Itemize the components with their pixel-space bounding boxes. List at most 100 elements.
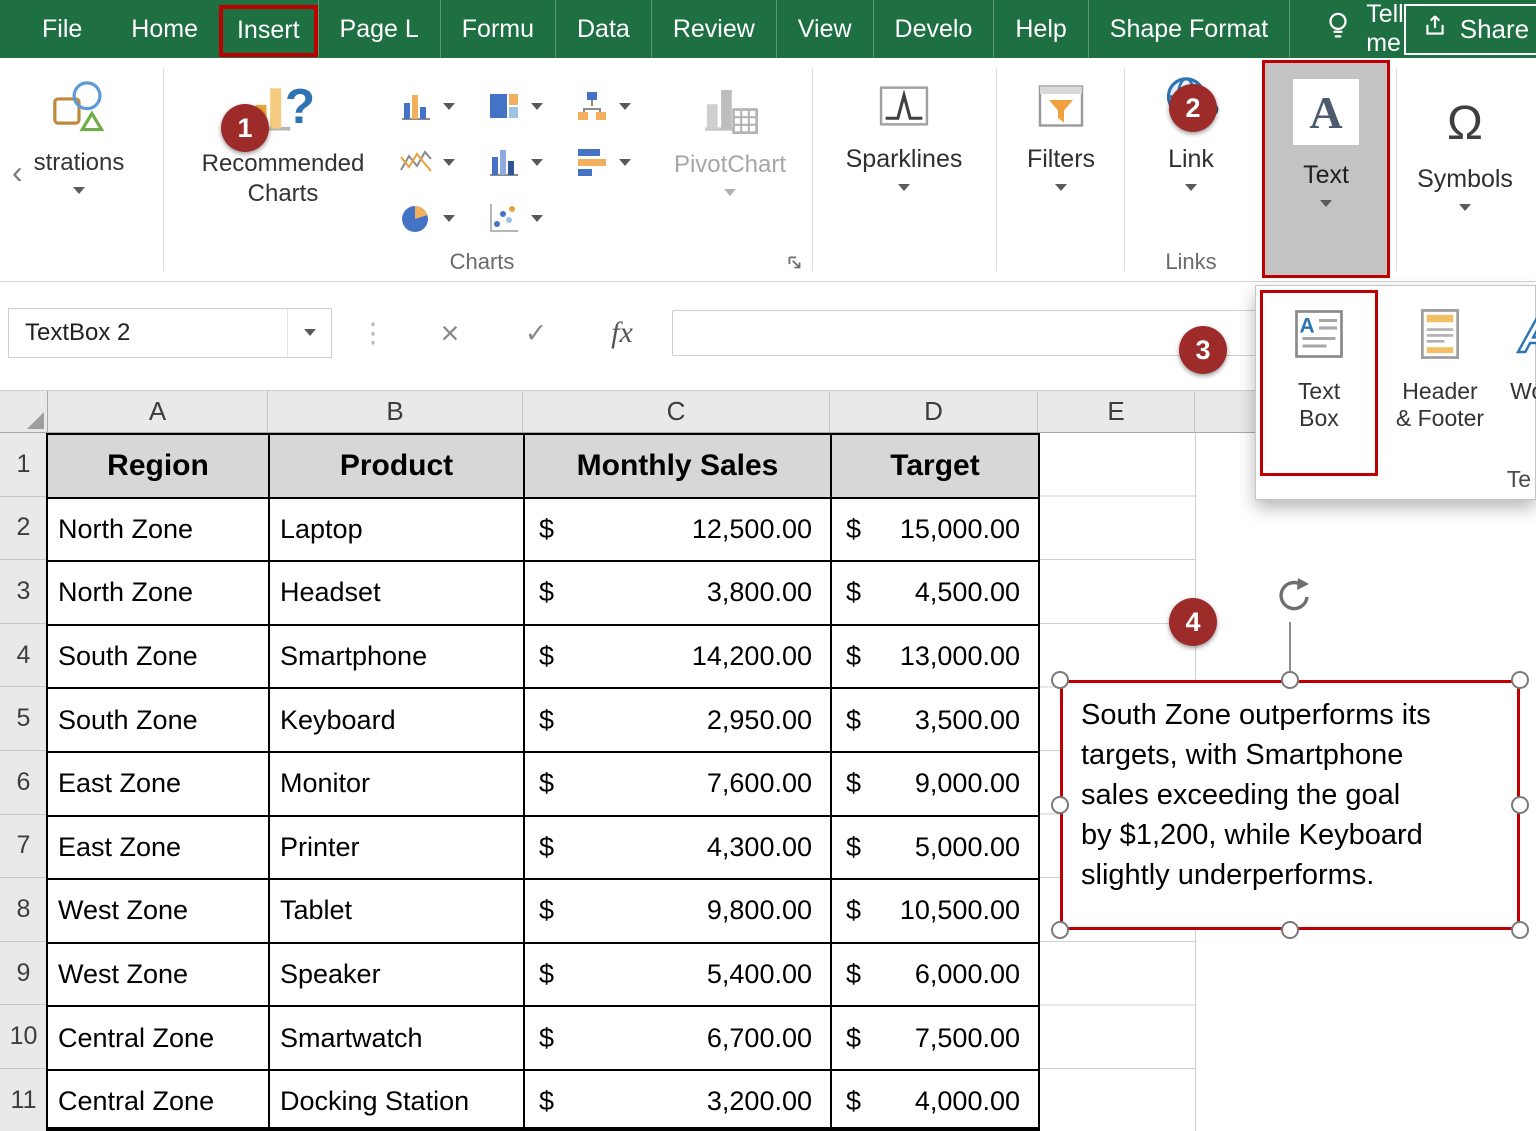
select-all-corner[interactable]: [0, 391, 48, 433]
cell-target[interactable]: $5,000.00: [831, 816, 1039, 880]
tab-developer[interactable]: Develo: [873, 0, 994, 58]
tab-file[interactable]: File: [14, 0, 110, 58]
cell-product[interactable]: Printer: [269, 816, 524, 880]
cell-product[interactable]: Laptop: [269, 498, 524, 562]
rotate-handle-icon[interactable]: [1270, 576, 1314, 625]
cell-target[interactable]: $4,000.00: [831, 1070, 1039, 1131]
column-header-b[interactable]: B: [268, 391, 523, 433]
cell-product[interactable]: Headset: [269, 561, 524, 625]
combo-chart-button[interactable]: [486, 144, 543, 180]
cell-product[interactable]: Docking Station: [269, 1070, 524, 1131]
cell-region[interactable]: East Zone: [47, 752, 269, 816]
menu-item-wordart[interactable]: A Wor: [1500, 290, 1536, 405]
cell-region[interactable]: Central Zone: [47, 1006, 269, 1070]
cell-region[interactable]: West Zone: [47, 943, 269, 1007]
tab-help[interactable]: Help: [993, 0, 1087, 58]
row-header-9[interactable]: 9: [0, 942, 48, 1006]
column-header-a[interactable]: A: [48, 391, 268, 433]
cell-region[interactable]: West Zone: [47, 879, 269, 943]
cell-sales[interactable]: $12,500.00: [524, 498, 831, 562]
row-header-1[interactable]: 1: [0, 433, 48, 497]
column-header-e[interactable]: E: [1038, 391, 1195, 433]
column-chart-button[interactable]: [398, 88, 455, 124]
cell-region[interactable]: North Zone: [47, 498, 269, 562]
cell-target[interactable]: $6,000.00: [831, 943, 1039, 1007]
illustrations-button[interactable]: strations: [4, 78, 154, 200]
line-chart-button[interactable]: [398, 144, 455, 180]
cell-sales[interactable]: $6,700.00: [524, 1006, 831, 1070]
cancel-icon[interactable]: ×: [430, 308, 470, 358]
cell-sales[interactable]: $3,800.00: [524, 561, 831, 625]
handle-middle-left[interactable]: [1051, 796, 1069, 814]
hierarchy-chart-button[interactable]: [574, 88, 631, 124]
menu-item-header-footer[interactable]: Header & Footer: [1386, 290, 1494, 432]
charts-dialog-launcher-icon[interactable]: [786, 254, 804, 277]
sparklines-button[interactable]: Sparklines: [818, 80, 990, 197]
insert-function-icon[interactable]: fx: [600, 308, 644, 358]
row-header-10[interactable]: 10: [0, 1005, 48, 1069]
cell-product[interactable]: Monitor: [269, 752, 524, 816]
tab-insert-active[interactable]: Insert: [219, 5, 318, 57]
pivotchart-button[interactable]: PivotChart: [655, 74, 805, 202]
tab-home[interactable]: Home: [110, 0, 219, 58]
cell-region[interactable]: Central Zone: [47, 1070, 269, 1131]
cell-region[interactable]: South Zone: [47, 688, 269, 752]
handle-top-middle[interactable]: [1281, 671, 1299, 689]
row-header-11[interactable]: 11: [0, 1069, 48, 1131]
row-header-6[interactable]: 6: [0, 751, 48, 815]
scatter-chart-button[interactable]: [486, 200, 543, 236]
symbols-button[interactable]: Ω Symbols: [1400, 74, 1530, 217]
pie-chart-button[interactable]: [398, 200, 455, 236]
tab-page-layout[interactable]: Page L: [318, 0, 440, 58]
handle-top-right[interactable]: [1511, 671, 1529, 689]
enter-check-icon[interactable]: ✓: [516, 308, 556, 358]
cell-target[interactable]: $10,500.00: [831, 879, 1039, 943]
row-header-2[interactable]: 2: [0, 497, 48, 561]
filters-button[interactable]: Filters: [1002, 80, 1120, 197]
row-header-4[interactable]: 4: [0, 624, 48, 688]
recommended-charts-button[interactable]: ? Recommended Charts: [172, 70, 394, 209]
cell-sales[interactable]: $7,600.00: [524, 752, 831, 816]
cell-region[interactable]: South Zone: [47, 625, 269, 689]
row-header-8[interactable]: 8: [0, 878, 48, 942]
cell-product[interactable]: Tablet: [269, 879, 524, 943]
cell-sales[interactable]: $3,200.00: [524, 1070, 831, 1131]
row-header-5[interactable]: 5: [0, 687, 48, 751]
cell-region[interactable]: East Zone: [47, 816, 269, 880]
cell-target[interactable]: $9,000.00: [831, 752, 1039, 816]
tell-me-button[interactable]: Tell me: [1324, 0, 1404, 58]
cell-sales[interactable]: $14,200.00: [524, 625, 831, 689]
handle-bottom-middle[interactable]: [1281, 921, 1299, 939]
tab-review[interactable]: Review: [651, 0, 776, 58]
cell-sales[interactable]: $4,300.00: [524, 816, 831, 880]
handle-bottom-right[interactable]: [1511, 921, 1529, 939]
cell-sales[interactable]: $9,800.00: [524, 879, 831, 943]
cell-sales[interactable]: $2,950.00: [524, 688, 831, 752]
cell-target[interactable]: $7,500.00: [831, 1006, 1039, 1070]
tab-shape-format[interactable]: Shape Format: [1088, 0, 1290, 58]
column-header-d[interactable]: D: [830, 391, 1038, 433]
handle-middle-right[interactable]: [1511, 796, 1529, 814]
cell-target[interactable]: $15,000.00: [831, 498, 1039, 562]
tab-data[interactable]: Data: [555, 0, 651, 58]
textbox-shape[interactable]: South Zone outperforms its targets, with…: [1060, 680, 1520, 930]
cell-product[interactable]: Smartphone: [269, 625, 524, 689]
cell-target[interactable]: $13,000.00: [831, 625, 1039, 689]
cell-sales[interactable]: $5,400.00: [524, 943, 831, 1007]
row-header-3[interactable]: 3: [0, 560, 48, 624]
column-header-c[interactable]: C: [523, 391, 830, 433]
bar-chart-2-button[interactable]: [574, 144, 631, 180]
formula-bar-grip-icon[interactable]: ⋮: [358, 308, 388, 358]
bar-chart-button[interactable]: [486, 88, 543, 124]
handle-top-left[interactable]: [1051, 671, 1069, 689]
header-region[interactable]: Region: [47, 434, 269, 498]
text-button-active[interactable]: A Text: [1262, 60, 1390, 278]
cell-product[interactable]: Speaker: [269, 943, 524, 1007]
cell-target[interactable]: $4,500.00: [831, 561, 1039, 625]
tab-formulas[interactable]: Formu: [440, 0, 555, 58]
handle-bottom-left[interactable]: [1051, 921, 1069, 939]
cell-product[interactable]: Keyboard: [269, 688, 524, 752]
share-button[interactable]: Share: [1404, 4, 1536, 55]
header-target[interactable]: Target: [831, 434, 1039, 498]
name-box[interactable]: TextBox 2: [8, 308, 332, 358]
